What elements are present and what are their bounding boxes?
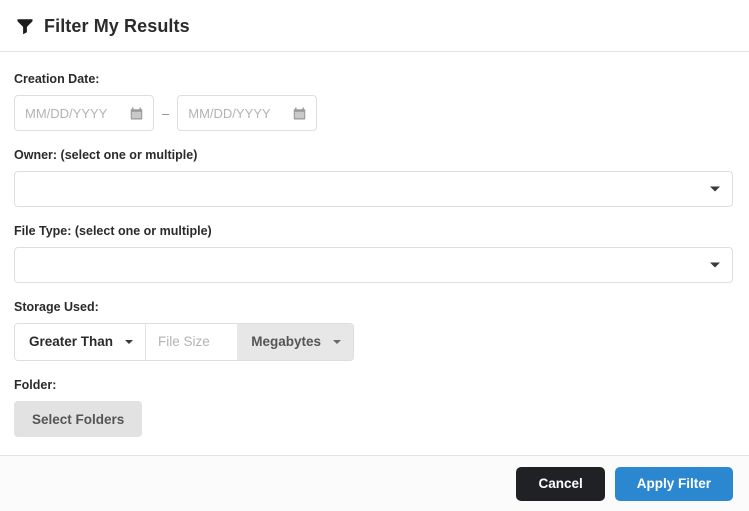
apply-filter-button[interactable]: Apply Filter [614,466,733,501]
creation-date-end-field[interactable]: MM/DD/YYYY [177,95,318,131]
filter-funnel-icon [17,18,33,34]
file-type-select[interactable] [14,247,733,283]
chevron-down-icon[interactable] [125,340,134,344]
storage-used-input-group: Greater Than File Size Megabytes [14,323,354,361]
owner-label: Owner: (select one or multiple) [14,148,198,162]
date-range-separator: – [162,105,170,121]
cancel-button[interactable]: Cancel [516,466,605,501]
storage-comparator-dropdown[interactable]: Greater Than [15,324,147,360]
filter-form: Creation Date: MM/DD/YYYY – MM/DD/YYYY O… [0,52,749,437]
folder-group: Folder: Select Folders [14,378,735,437]
creation-date-row: MM/DD/YYYY – MM/DD/YYYY [14,95,735,131]
storage-unit-value: Megabytes [251,334,321,350]
chevron-down-icon[interactable] [333,340,341,344]
storage-used-group: Storage Used: Greater Than File Size Meg… [14,300,735,361]
file-type-group: File Type: (select one or multiple) [14,224,735,283]
dialog-footer: Cancel Apply Filter [0,455,749,511]
dialog-header: Filter My Results [0,0,749,52]
storage-used-label: Storage Used: [14,300,99,314]
creation-date-start-field[interactable]: MM/DD/YYYY [14,95,154,131]
file-type-label: File Type: (select one or multiple) [14,224,212,238]
storage-file-size-input[interactable]: File Size [146,324,238,360]
creation-date-end-placeholder: MM/DD/YYYY [188,105,271,121]
owner-group: Owner: (select one or multiple) [14,148,735,207]
chevron-down-icon[interactable] [710,186,720,192]
calendar-icon[interactable] [130,107,143,120]
creation-date-start-placeholder: MM/DD/YYYY [25,105,108,121]
storage-file-size-placeholder: File Size [158,334,210,350]
storage-unit-dropdown[interactable]: Megabytes [237,324,353,360]
folder-label: Folder: [14,378,57,392]
owner-select[interactable] [14,171,733,207]
select-folders-button[interactable]: Select Folders [14,401,143,437]
creation-date-group: Creation Date: MM/DD/YYYY – MM/DD/YYYY [14,72,735,131]
calendar-icon[interactable] [293,107,306,120]
page-title: Filter My Results [44,15,190,36]
chevron-down-icon[interactable] [710,262,720,268]
storage-comparator-value: Greater Than [29,334,114,350]
creation-date-label: Creation Date: [14,72,100,86]
